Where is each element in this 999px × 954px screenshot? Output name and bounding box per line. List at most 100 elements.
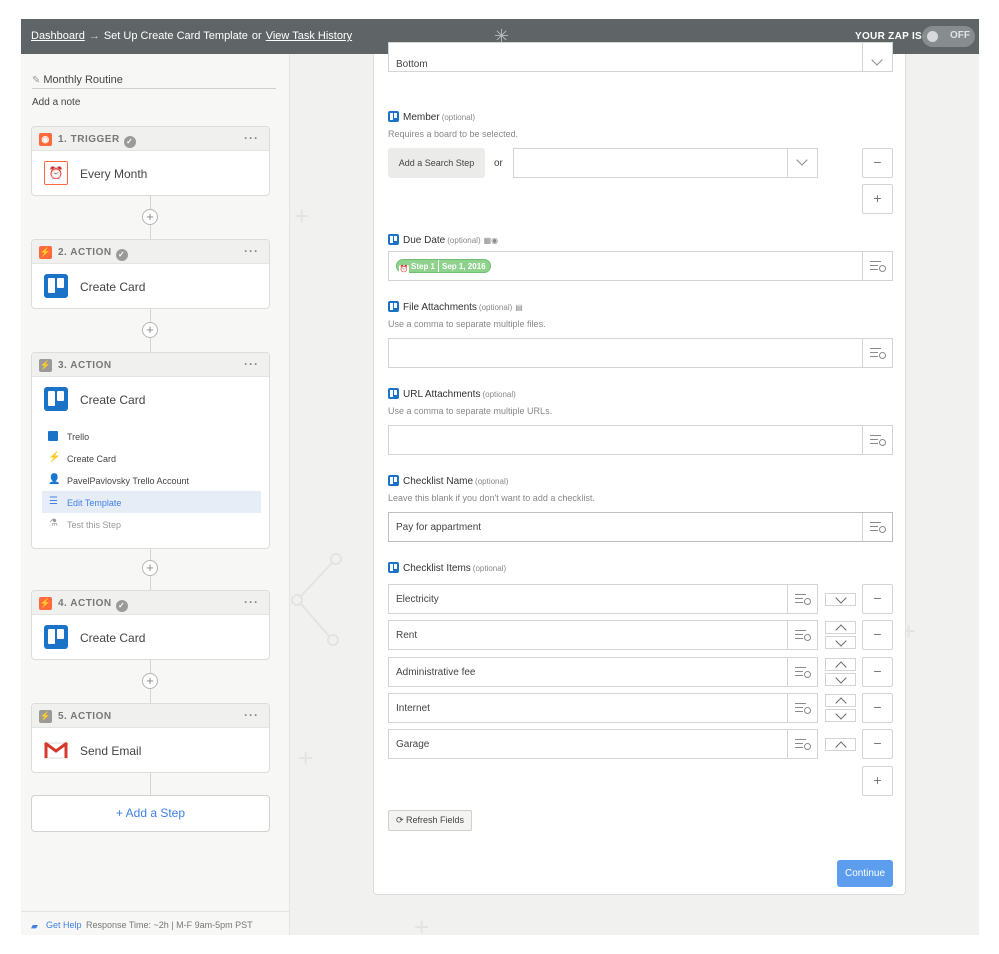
checklist-item-field[interactable]: Administrative fee (388, 657, 818, 687)
refresh-fields-button[interactable]: ⟳ Refresh Fields (388, 810, 472, 831)
optional-tag: (optional) (472, 564, 507, 573)
checklist-name-field[interactable]: Pay for appartment (388, 512, 893, 542)
step-2-menu-icon[interactable]: ··· (244, 244, 259, 258)
move-down-button[interactable] (825, 636, 856, 649)
step-1-body: ⏰ Every Month (32, 151, 269, 195)
step-5-menu-icon[interactable]: ··· (244, 708, 259, 722)
add-step-plus-button[interactable]: + (142, 209, 158, 225)
lightning-icon: ⚡ (39, 597, 52, 610)
due-date-insert-data-button[interactable] (862, 252, 892, 280)
toggle-knob (927, 31, 938, 42)
step-4-title: 4. ACTION (58, 598, 112, 609)
checklist-item-field[interactable]: Rent (388, 620, 818, 650)
add-step-button[interactable]: + Add a Step (31, 795, 270, 832)
step-2-card[interactable]: ⚡ 2. ACTION ✓ ··· Create Card (31, 239, 270, 309)
help-bar: ▰ Get Help Response Time: ~2h | M-F 9am-… (21, 911, 290, 935)
checklist-name-insert-data-button[interactable] (862, 513, 892, 541)
checklist-item-field[interactable]: Electricity (388, 584, 818, 614)
step-1-card[interactable]: ◉ 1. TRIGGER ✓ ··· ⏰ Every Month (31, 126, 270, 196)
step-4-body: Create Card (32, 615, 269, 659)
edit-template-panel: Bottom Member (optional) Requires a board… (373, 42, 906, 895)
checklist-item-field[interactable]: Garage (388, 729, 818, 759)
check-icon: ✓ (115, 600, 128, 612)
background-plus-icon: + (294, 201, 310, 231)
move-up-button[interactable] (825, 621, 856, 634)
add-note-link[interactable]: Add a note (32, 97, 80, 108)
due-date-label: Due Date (optional) ▦◉ (388, 234, 498, 246)
step-4-header: ⚡ 4. ACTION ✓ ··· (32, 591, 269, 615)
background-plus-icon: + (414, 912, 430, 935)
step-3-title: 3. ACTION (58, 360, 112, 371)
step-4-menu-icon[interactable]: ··· (244, 595, 259, 609)
view-task-history-link[interactable]: View Task History (266, 30, 352, 42)
add-step-plus-button[interactable]: + (142, 560, 158, 576)
sub-item-test-step[interactable]: ⚗ Test this Step (42, 513, 261, 535)
url-attachments-label-text: URL Attachments (403, 389, 481, 400)
continue-button[interactable]: Continue (837, 860, 893, 887)
move-up-button[interactable] (825, 694, 856, 707)
step-3-menu-icon[interactable]: ··· (244, 357, 259, 371)
step-4-card[interactable]: ⚡ 4. ACTION ✓ ··· Create Card (31, 590, 270, 660)
get-help-link[interactable]: Get Help (46, 920, 82, 930)
move-up-button[interactable] (825, 658, 856, 671)
insert-field-icon (795, 738, 811, 750)
due-date-token[interactable]: ⏰ Step 1 Sep 1, 2016 (396, 259, 491, 275)
checklist-item-remove-button[interactable]: − (862, 584, 893, 614)
token-separator (438, 260, 440, 272)
checklist-item-remove-button[interactable]: − (862, 657, 893, 687)
background-plus-icon: + (298, 743, 314, 773)
zap-name-field[interactable]: ✎ Monthly Routine (32, 74, 276, 89)
move-down-button[interactable] (825, 709, 856, 722)
lightning-icon: ⚡ (39, 359, 52, 372)
member-dropdown-toggle[interactable] (787, 149, 817, 177)
app-frame: Dashboard → Set Up Create Card Template or V… (21, 19, 979, 935)
checklist-name-value: Pay for appartment (396, 522, 482, 533)
position-select[interactable]: Bottom (388, 42, 893, 72)
add-search-step-button[interactable]: Add a Search Step (388, 148, 485, 178)
file-attachments-label: File Attachments (optional) ▤ (388, 301, 523, 313)
checklist-item-insert-data-button[interactable] (787, 585, 817, 613)
trello-icon (388, 234, 399, 245)
checklist-items-label: Checklist Items (optional) (388, 562, 506, 574)
file-attachments-insert-data-button[interactable] (862, 339, 892, 367)
step-1-menu-icon[interactable]: ··· (244, 131, 259, 145)
sub-item-app[interactable]: Trello (42, 425, 261, 447)
member-add-button[interactable]: + (862, 184, 893, 214)
zap-status-label: YOUR ZAP IS (855, 31, 923, 42)
checklist-item-insert-data-button[interactable] (787, 730, 817, 758)
move-down-button[interactable] (825, 673, 856, 686)
dashboard-link[interactable]: Dashboard (31, 30, 85, 42)
add-step-plus-button[interactable]: + (142, 322, 158, 338)
checklist-item-add-button[interactable]: + (862, 766, 893, 796)
step-3-name: Create Card (80, 393, 146, 407)
checklist-item-remove-button[interactable]: − (862, 620, 893, 650)
url-attachments-insert-data-button[interactable] (862, 426, 892, 454)
url-attachments-field[interactable] (388, 425, 893, 455)
sub-item-account[interactable]: 👤 PavelPavlovsky Trello Account (42, 469, 261, 491)
sub-item-action[interactable]: ⚡ Create Card (42, 447, 261, 469)
checklist-item-insert-data-button[interactable] (787, 621, 817, 649)
sub-item-label: Trello (67, 432, 90, 442)
list-icon: ☰ (49, 496, 58, 507)
zap-toggle[interactable]: OFF (922, 26, 975, 47)
member-remove-button[interactable]: − (862, 148, 893, 178)
step-3-card[interactable]: ⚡ 3. ACTION ··· Create Card Trello ⚡ Cre… (31, 352, 270, 549)
step-1-header: ◉ 1. TRIGGER ✓ ··· (32, 127, 269, 151)
checklist-item-field[interactable]: Internet (388, 693, 818, 723)
position-dropdown-toggle[interactable] (862, 43, 892, 71)
checklist-item-remove-button[interactable]: − (862, 729, 893, 759)
checklist-item-insert-data-button[interactable] (787, 658, 817, 686)
move-down-button[interactable] (825, 593, 856, 606)
member-select[interactable] (513, 148, 818, 178)
add-step-plus-button[interactable]: + (142, 673, 158, 689)
file-attachments-field[interactable] (388, 338, 893, 368)
checklist-item-insert-data-button[interactable] (787, 694, 817, 722)
chevron-down-icon (796, 154, 808, 166)
move-up-button[interactable] (825, 738, 856, 751)
member-label-text: Member (403, 112, 440, 123)
checklist-name-label: Checklist Name (optional) (388, 475, 508, 487)
step-5-card[interactable]: ⚡ 5. ACTION ··· Send Email (31, 703, 270, 773)
insert-field-icon (870, 521, 886, 533)
checklist-item-remove-button[interactable]: − (862, 693, 893, 723)
sub-item-edit-template[interactable]: ☰ Edit Template (42, 491, 261, 513)
